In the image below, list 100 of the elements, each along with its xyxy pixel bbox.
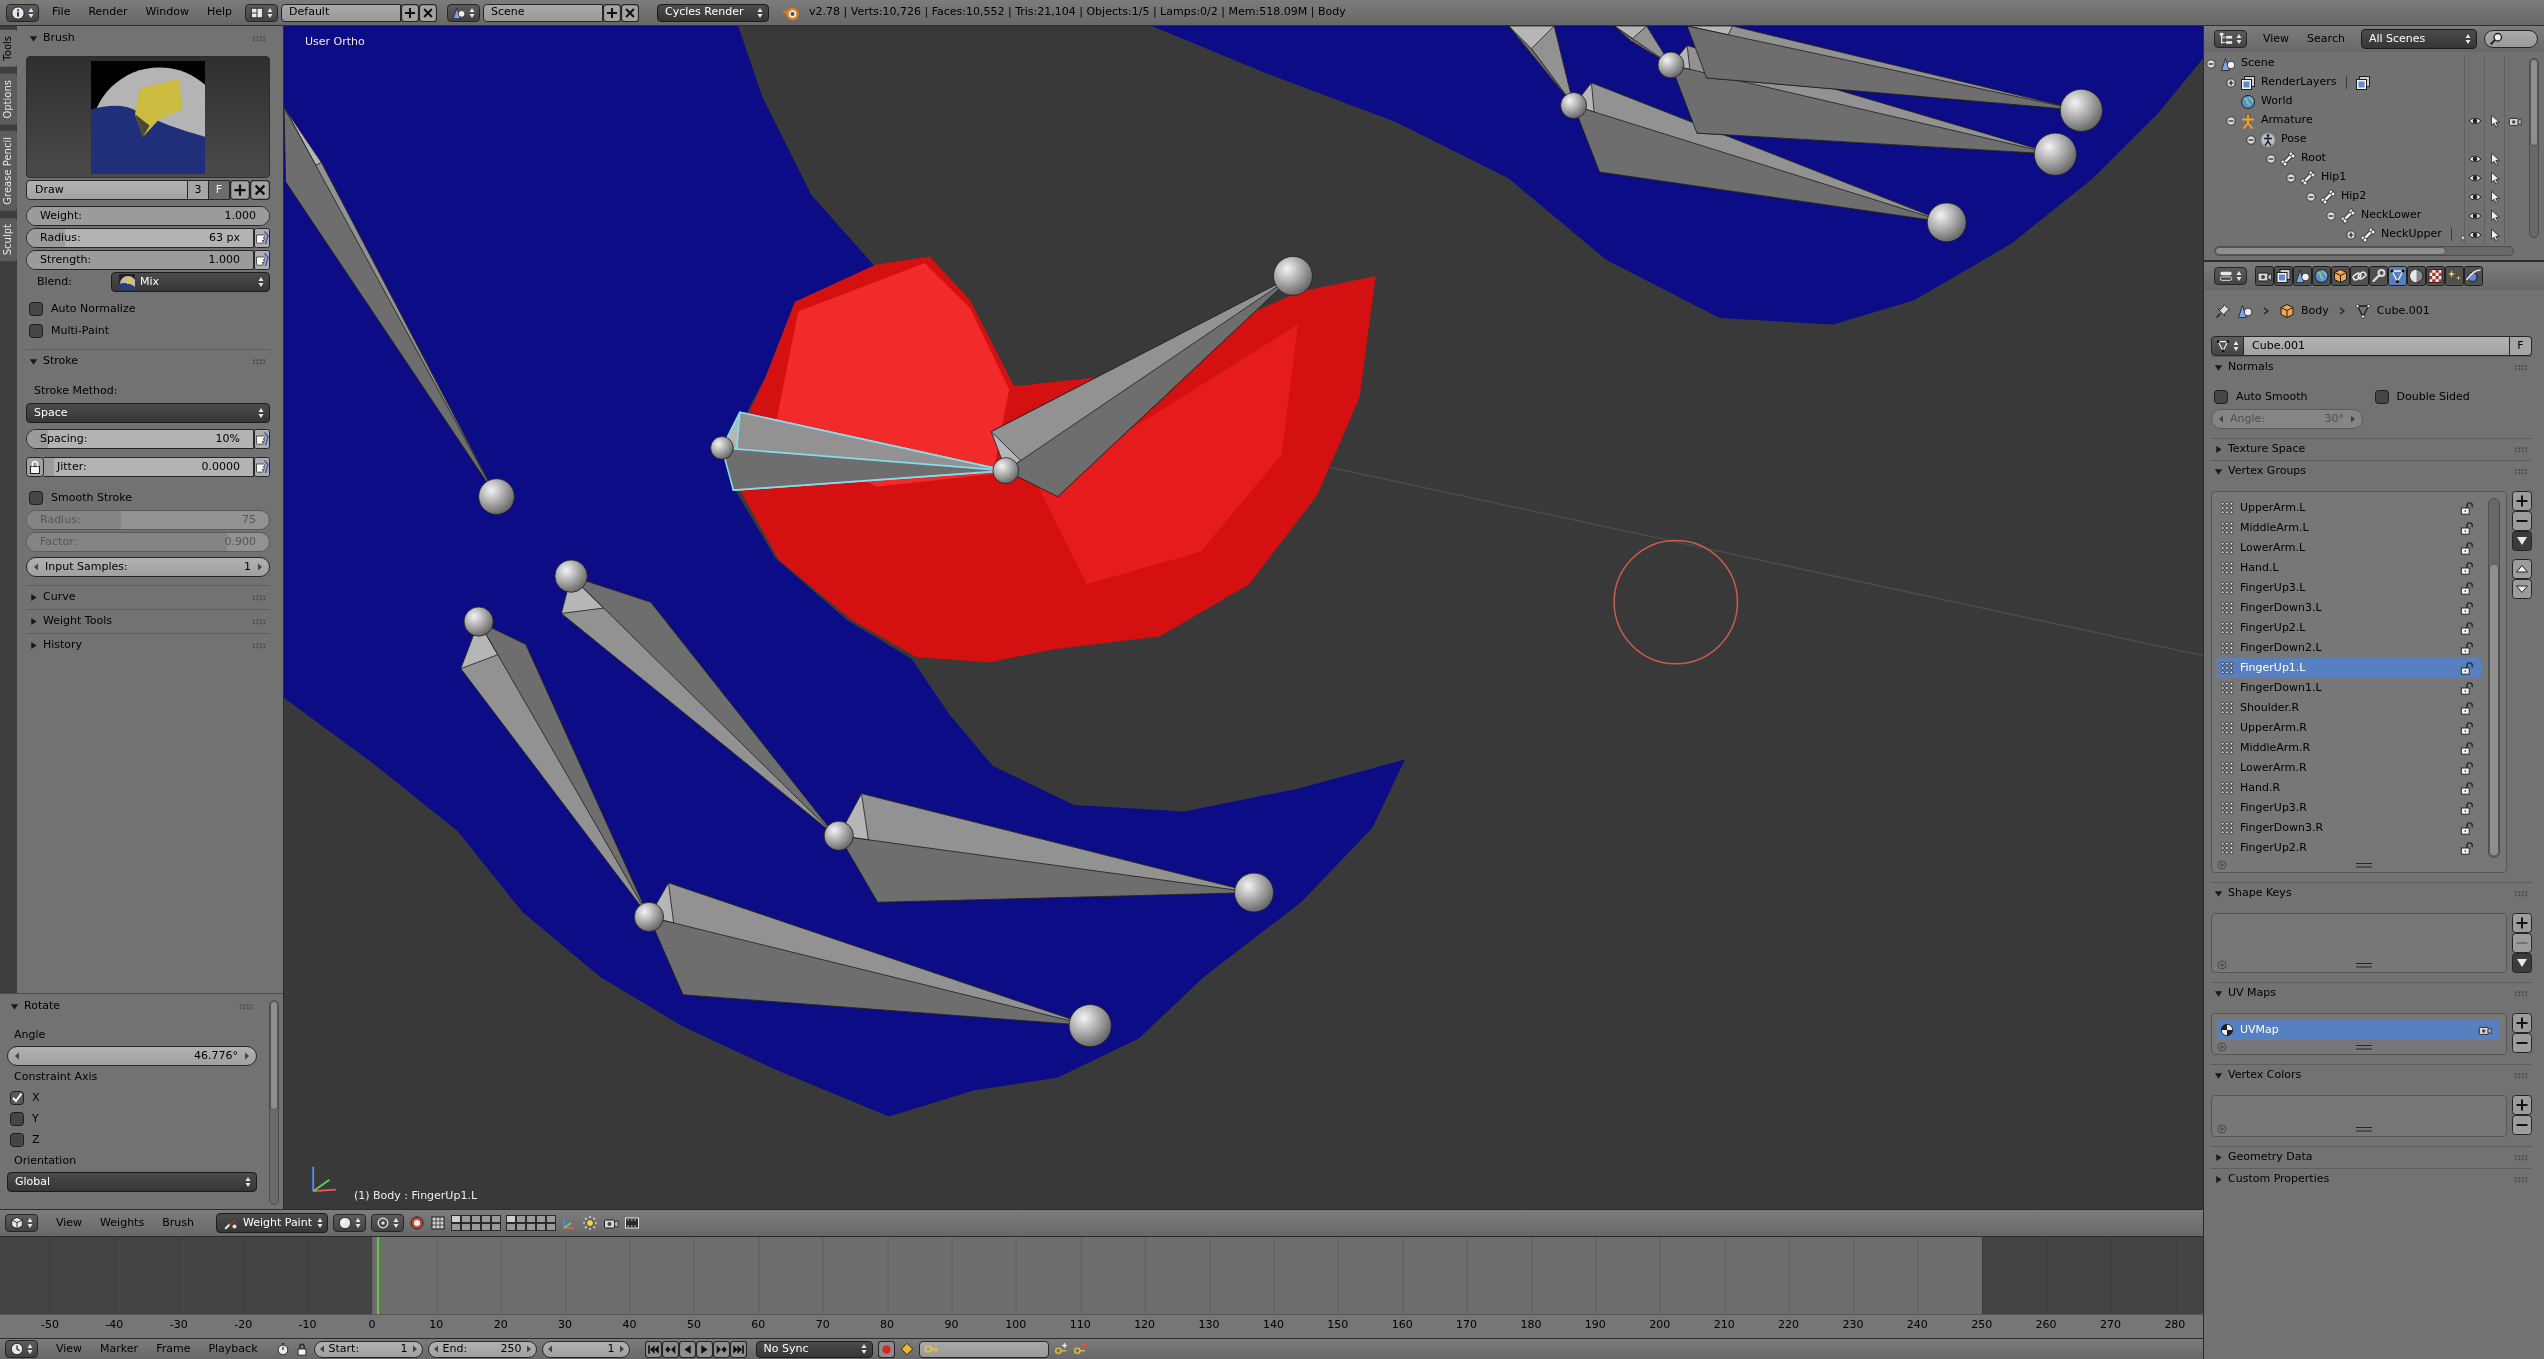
list-item[interactable]: UpperArm.R bbox=[2217, 718, 2482, 738]
menu-item[interactable]: Frame bbox=[147, 1342, 200, 1356]
mesh-browse-button[interactable] bbox=[2211, 336, 2244, 356]
add-icon[interactable] bbox=[603, 3, 622, 22]
tree-item-label[interactable]: RenderLayers bbox=[2261, 76, 2337, 89]
play-icon[interactable] bbox=[695, 1340, 713, 1358]
panel-header[interactable]: Brush bbox=[26, 26, 270, 50]
add-icon[interactable] bbox=[230, 180, 250, 200]
tool-shelf-tab[interactable]: Grease Pencil bbox=[0, 131, 17, 211]
panel-header[interactable]: History bbox=[26, 633, 270, 657]
checkbox[interactable] bbox=[10, 1112, 24, 1126]
editor-type-button[interactable] bbox=[2214, 30, 2247, 48]
list-item[interactable]: UVMap bbox=[2217, 1020, 2500, 1040]
list-item[interactable]: MiddleArm.L bbox=[2217, 518, 2482, 538]
editor-type-button[interactable] bbox=[5, 1340, 38, 1358]
add-icon[interactable] bbox=[401, 3, 420, 22]
list-item[interactable]: FingerUp2.R bbox=[2217, 838, 2482, 858]
layer-grid-icon[interactable] bbox=[450, 1215, 501, 1231]
menu-item[interactable]: View bbox=[47, 1342, 92, 1356]
current-frame-field[interactable]: 1 bbox=[541, 1340, 630, 1358]
open-padlock-icon[interactable] bbox=[2460, 561, 2474, 575]
menu-item[interactable]: Marker bbox=[91, 1342, 148, 1356]
start-frame-field[interactable]: Start: 1 bbox=[313, 1340, 423, 1358]
list-item[interactable]: MiddleArm.R bbox=[2217, 738, 2482, 758]
film-strip-icon[interactable] bbox=[623, 1215, 640, 1231]
scene-filter-dropdown[interactable]: All Scenes bbox=[2360, 29, 2477, 49]
resize-grip-icon[interactable] bbox=[2355, 1043, 2372, 1051]
panel-header[interactable]: Stroke bbox=[26, 349, 270, 373]
tree-item-label[interactable]: Scene bbox=[2241, 57, 2275, 70]
dropdown-menu[interactable]: Global bbox=[7, 1172, 257, 1192]
open-padlock-icon[interactable] bbox=[2460, 801, 2474, 815]
shading-dropdown[interactable] bbox=[332, 1214, 366, 1232]
list-item[interactable]: UpperArm.L bbox=[2217, 498, 2482, 518]
grid-square-icon[interactable] bbox=[429, 1215, 446, 1231]
panel-header[interactable]: Texture Space bbox=[2211, 438, 2532, 460]
slider-track[interactable]: Spacing: 10% bbox=[26, 429, 254, 449]
panel-header[interactable]: Vertex Groups bbox=[2211, 460, 2532, 482]
editor-type-button[interactable] bbox=[6, 3, 39, 22]
hand-pen-icon[interactable] bbox=[254, 228, 270, 248]
jump-to-end-icon[interactable] bbox=[729, 1340, 747, 1358]
render-engine-dropdown[interactable]: Cycles Render bbox=[657, 3, 770, 22]
slider-track[interactable]: Jitter: 0.0000 bbox=[44, 457, 254, 477]
image-stack-icon[interactable] bbox=[2354, 74, 2371, 91]
slider-track[interactable]: Strength: 1.000 bbox=[26, 250, 254, 270]
list-item[interactable]: FingerDown2.L bbox=[2217, 638, 2482, 658]
panel-header[interactable]: Weight Tools bbox=[26, 609, 270, 633]
panel-header[interactable]: Vertex Colors bbox=[2211, 1064, 2532, 1086]
fake-user-button[interactable]: F bbox=[209, 180, 230, 200]
open-padlock-icon[interactable] bbox=[2460, 521, 2474, 535]
tree-item-label[interactable]: Pose bbox=[2281, 133, 2307, 146]
panel-header[interactable]: Curve bbox=[26, 585, 270, 609]
next-keyframe-icon[interactable] bbox=[712, 1340, 730, 1358]
open-padlock-icon[interactable] bbox=[2460, 761, 2474, 775]
open-padlock-icon[interactable] bbox=[2460, 641, 2474, 655]
scene-browse-button[interactable] bbox=[447, 3, 481, 22]
panel-header[interactable]: UV Maps bbox=[2211, 982, 2532, 1004]
plus-circle-icon[interactable] bbox=[2226, 77, 2236, 88]
hand-pen-icon[interactable] bbox=[254, 250, 270, 270]
target-icon[interactable] bbox=[408, 1215, 425, 1231]
checkbox[interactable] bbox=[10, 1133, 24, 1147]
list-item[interactable]: FingerDown3.L bbox=[2217, 598, 2482, 618]
tree-item-label[interactable]: NeckUpper bbox=[2381, 228, 2442, 241]
triangle-vertices-icon[interactable] bbox=[2388, 266, 2407, 286]
close-icon[interactable] bbox=[250, 180, 270, 200]
open-padlock-icon[interactable] bbox=[2460, 681, 2474, 695]
sun-icon[interactable] bbox=[581, 1215, 598, 1231]
tool-shelf-tab[interactable]: Sculpt bbox=[0, 217, 17, 262]
panel-header[interactable]: Rotate bbox=[7, 994, 257, 1018]
open-padlock-icon[interactable] bbox=[2460, 581, 2474, 595]
menu-item[interactable]: Help bbox=[197, 6, 242, 19]
list-item[interactable]: FingerUp2.L bbox=[2217, 618, 2482, 638]
bone-chain-drawing[interactable] bbox=[1508, 26, 2103, 243]
bone-chain-drawing[interactable] bbox=[710, 256, 1313, 497]
checkbox[interactable] bbox=[10, 1091, 24, 1105]
layer-grid-icon[interactable] bbox=[505, 1215, 556, 1231]
slider-track[interactable]: Radius: 63 px bbox=[26, 228, 254, 248]
panel-header[interactable]: Custom Properties bbox=[2211, 1168, 2532, 1190]
add-icon[interactable] bbox=[2512, 1013, 2532, 1033]
panel-header[interactable]: Geometry Data bbox=[2211, 1146, 2532, 1168]
minus-circle-icon[interactable] bbox=[2266, 153, 2276, 164]
list-item[interactable]: Hand.R bbox=[2217, 778, 2482, 798]
viewport[interactable]: User Ortho (1) Body : FingerUp1.L bbox=[284, 26, 2203, 1209]
brush-preview-image[interactable] bbox=[91, 60, 205, 174]
timeline-area[interactable]: -50 -40 -30 -20 -10 0 10 20 30 40 50 60 70 80 90 100 110 120 130 140 150 160 170 180 190 200 210 220 230 240 250 260 270 280 bbox=[0, 1236, 2203, 1338]
editor-type-button[interactable] bbox=[5, 1214, 38, 1232]
menu-item[interactable]: View bbox=[47, 1216, 92, 1230]
minus-circle-icon[interactable] bbox=[2306, 191, 2316, 202]
add-icon[interactable] bbox=[2512, 913, 2532, 933]
resize-grip-icon[interactable] bbox=[2355, 961, 2372, 969]
ball-swoosh-icon[interactable] bbox=[2464, 266, 2483, 286]
panel-header[interactable]: Shape Keys bbox=[2211, 882, 2532, 904]
padlock-icon[interactable] bbox=[26, 457, 44, 477]
padlock-icon[interactable] bbox=[294, 1342, 309, 1356]
tree-item-label[interactable]: Hip2 bbox=[2341, 190, 2367, 203]
globe-icon[interactable] bbox=[2312, 266, 2331, 286]
open-padlock-icon[interactable] bbox=[2460, 741, 2474, 755]
editor-type-button[interactable] bbox=[2214, 267, 2247, 285]
minus-circle-icon[interactable] bbox=[2246, 134, 2256, 145]
user-count-button[interactable]: 3 bbox=[188, 180, 209, 200]
camera-icon[interactable] bbox=[2255, 266, 2274, 286]
